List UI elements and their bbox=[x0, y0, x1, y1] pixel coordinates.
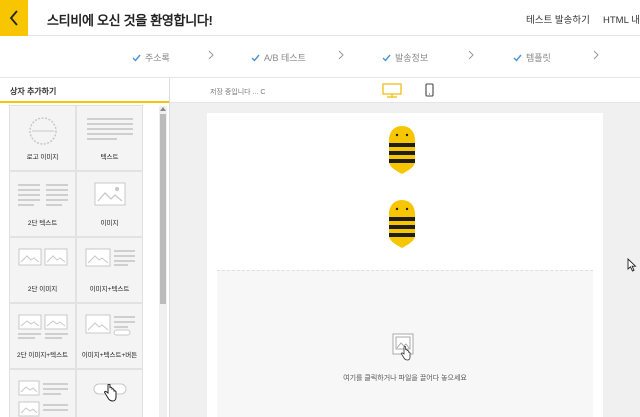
mobile-icon bbox=[425, 83, 434, 97]
desktop-icon bbox=[382, 83, 402, 98]
test-send-button[interactable]: 테스트 발송하기 bbox=[526, 12, 590, 26]
back-button[interactable] bbox=[0, 0, 28, 36]
mobile-view-button[interactable] bbox=[425, 83, 434, 102]
chevron-right-icon bbox=[338, 50, 344, 60]
block-label: 이미지+텍스트+버튼 bbox=[81, 352, 138, 359]
step-navigation: 주소록 A/B 테스트 발송정보 템플릿 bbox=[0, 36, 640, 78]
refresh-icon: C bbox=[260, 89, 266, 96]
block-image-text-list[interactable] bbox=[9, 369, 76, 417]
block-panel: 상자 추가하기 로고 이미지 텍스트 2단 텍스트 이미지 2단 이미지 이미지… bbox=[0, 78, 170, 417]
block-two-column-text[interactable]: 2단 텍스트 bbox=[9, 171, 76, 237]
saving-status-text: 저장 중입니다 ... bbox=[210, 89, 259, 96]
panel-scrollbar[interactable] bbox=[159, 106, 167, 417]
check-icon bbox=[513, 54, 522, 62]
image-placeholder-icon bbox=[392, 333, 414, 361]
logo-image-icon bbox=[28, 117, 57, 145]
chevron-left-icon bbox=[9, 10, 18, 26]
step-label: 템플릿 bbox=[526, 53, 551, 63]
step-label: 발송정보 bbox=[395, 53, 429, 63]
block-image[interactable]: 이미지 bbox=[76, 171, 143, 237]
block-label: 텍스트 bbox=[100, 154, 119, 161]
step-label: 주소록 bbox=[145, 53, 170, 63]
block-label: 2단 이미지 bbox=[27, 286, 58, 293]
image-text-list-icon bbox=[18, 380, 68, 417]
step-send-info[interactable]: 발송정보 bbox=[382, 51, 428, 64]
step-ab-test[interactable]: A/B 테스트 bbox=[251, 51, 306, 64]
block-label: 이미지+텍스트 bbox=[89, 286, 130, 293]
block-label: 로고 이미지 bbox=[26, 154, 59, 161]
editor-canvas: 여기를 클릭하거나 파일을 끌어다 놓으세요 bbox=[170, 103, 640, 417]
editor-toolbar: 저장 중입니다 ... C bbox=[170, 78, 640, 103]
image-text-button-icon bbox=[85, 314, 135, 336]
scroll-thumb[interactable] bbox=[160, 114, 166, 304]
chevron-right-icon bbox=[468, 50, 474, 60]
chevron-right-icon bbox=[208, 50, 214, 60]
bee-logo-icon bbox=[389, 200, 415, 248]
image-icon bbox=[94, 182, 125, 206]
check-icon bbox=[382, 54, 391, 62]
two-column-image-text-icon bbox=[17, 314, 68, 339]
block-image-text-button[interactable]: 이미지+텍스트+버튼 bbox=[76, 303, 143, 369]
mouse-pointer-icon bbox=[627, 258, 637, 272]
email-body[interactable]: 여기를 클릭하거나 파일을 끌어다 놓으세요 bbox=[207, 113, 603, 417]
saving-status: 저장 중입니다 ... C bbox=[210, 87, 265, 97]
step-label: A/B 테스트 bbox=[264, 53, 306, 63]
check-icon bbox=[132, 54, 141, 62]
bee-logo-icon bbox=[389, 126, 415, 174]
step-address-book[interactable]: 주소록 bbox=[132, 51, 170, 64]
step-template[interactable]: 템플릿 bbox=[513, 51, 551, 64]
html-export-button[interactable]: HTML 내 bbox=[603, 12, 640, 26]
page-title: 스티비에 오신 것을 환영합니다! bbox=[47, 13, 213, 28]
two-column-image-icon bbox=[18, 248, 67, 266]
block-text[interactable]: 텍스트 bbox=[76, 105, 143, 171]
check-icon bbox=[251, 54, 260, 62]
panel-title: 상자 추가하기 bbox=[0, 78, 169, 103]
image-text-icon bbox=[85, 248, 135, 267]
desktop-view-button[interactable] bbox=[382, 83, 402, 103]
block-button[interactable] bbox=[76, 369, 143, 417]
hand-cursor-icon bbox=[103, 384, 116, 402]
block-label: 2단 이미지+텍스트 bbox=[16, 352, 69, 359]
block-label: 2단 텍스트 bbox=[27, 220, 58, 227]
drop-zone-text: 여기를 클릭하거나 파일을 끌어다 놓으세요 bbox=[343, 375, 467, 382]
two-column-text-icon bbox=[17, 184, 68, 206]
image-drop-zone[interactable]: 여기를 클릭하거나 파일을 끌어다 놓으세요 bbox=[217, 270, 593, 417]
text-icon bbox=[86, 118, 133, 140]
block-two-column-image-text[interactable]: 2단 이미지+텍스트 bbox=[9, 303, 76, 369]
chevron-right-icon bbox=[593, 50, 599, 60]
scroll-up-arrow-icon[interactable] bbox=[160, 106, 166, 112]
block-logo-image[interactable]: 로고 이미지 bbox=[9, 105, 76, 171]
app-header: 스티비에 오신 것을 환영합니다! 테스트 발송하기 HTML 내 bbox=[0, 0, 640, 36]
block-label: 이미지 bbox=[100, 220, 119, 227]
block-image-text[interactable]: 이미지+텍스트 bbox=[76, 237, 143, 303]
block-two-column-image[interactable]: 2단 이미지 bbox=[9, 237, 76, 303]
